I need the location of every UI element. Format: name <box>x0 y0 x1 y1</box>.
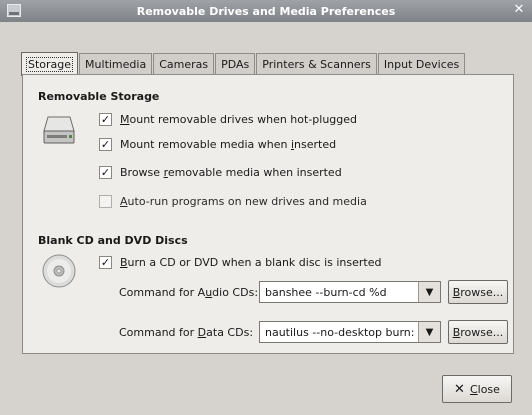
close-button-label: Close <box>469 382 500 396</box>
browse-media-checkbox[interactable]: ✓ <box>99 166 112 179</box>
tab-multimedia[interactable]: Multimedia <box>79 53 153 75</box>
option-mount-hotplugged[interactable]: ✓ Mount removable drives when hot-plugge… <box>99 113 357 126</box>
close-button[interactable]: ✕ Close <box>442 375 512 403</box>
mount-hotplugged-label: Mount removable drives when hot-plugged <box>120 113 358 126</box>
browse-media-label: Browse removable media when inserted <box>120 166 342 179</box>
burn-blank-label: Burn a CD or DVD when a blank disc is in… <box>120 256 382 269</box>
data-command-input[interactable]: nautilus --no-desktop burn: <box>260 322 418 342</box>
autorun-checkbox[interactable] <box>99 195 112 208</box>
tab-input-devices[interactable]: Input Devices <box>377 53 466 75</box>
burn-blank-checkbox[interactable]: ✓ <box>99 256 112 269</box>
option-browse-media[interactable]: ✓ Browse removable media when inserted <box>99 166 342 179</box>
drive-icon <box>43 116 75 144</box>
tab-printers-scanners[interactable]: Printers & Scanners <box>256 53 377 75</box>
window-title: Removable Drives and Media Preferences <box>136 4 396 18</box>
blank-discs-heading: Blank CD and DVD Discs <box>38 234 188 247</box>
audio-command-combo[interactable]: banshee --burn-cd %d ▼ <box>259 281 441 303</box>
close-icon: ✕ <box>454 381 465 397</box>
window-menu-icon[interactable] <box>7 4 21 17</box>
tab-pdas[interactable]: PDAs <box>215 53 256 75</box>
data-command-label: Command for Data CDs: <box>119 326 254 339</box>
disc-icon <box>42 254 76 288</box>
data-command-combo[interactable]: nautilus --no-desktop burn: ▼ <box>259 321 441 343</box>
mount-hotplugged-checkbox[interactable]: ✓ <box>99 113 112 126</box>
data-browse-button[interactable]: Browse... <box>448 320 508 344</box>
option-autorun[interactable]: Auto-run programs on new drives and medi… <box>99 195 367 208</box>
audio-browse-button[interactable]: Browse... <box>448 280 508 304</box>
tab-bar: Storage Multimedia Cameras PDAs Printers… <box>21 51 466 76</box>
tab-cameras[interactable]: Cameras <box>153 53 215 75</box>
tab-storage[interactable]: Storage <box>21 52 79 76</box>
close-window-icon[interactable]: ✕ <box>512 3 526 17</box>
chevron-down-icon[interactable]: ▼ <box>418 282 440 302</box>
storage-panel: Removable Storage ✓ Mount removable driv… <box>22 74 514 354</box>
audio-command-label: Command for Audio CDs: <box>119 286 259 299</box>
mount-media-checkbox[interactable]: ✓ <box>99 138 112 151</box>
chevron-down-icon[interactable]: ▼ <box>418 322 440 342</box>
audio-command-input[interactable]: banshee --burn-cd %d <box>260 282 418 302</box>
mount-media-label: Mount removable media when inserted <box>120 138 337 151</box>
option-mount-media[interactable]: ✓ Mount removable media when inserted <box>99 138 336 151</box>
removable-storage-heading: Removable Storage <box>38 90 160 103</box>
option-burn-blank[interactable]: ✓ Burn a CD or DVD when a blank disc is … <box>99 256 382 269</box>
autorun-label: Auto-run programs on new drives and medi… <box>120 195 367 208</box>
title-bar[interactable]: Removable Drives and Media Preferences ✕ <box>0 0 532 22</box>
